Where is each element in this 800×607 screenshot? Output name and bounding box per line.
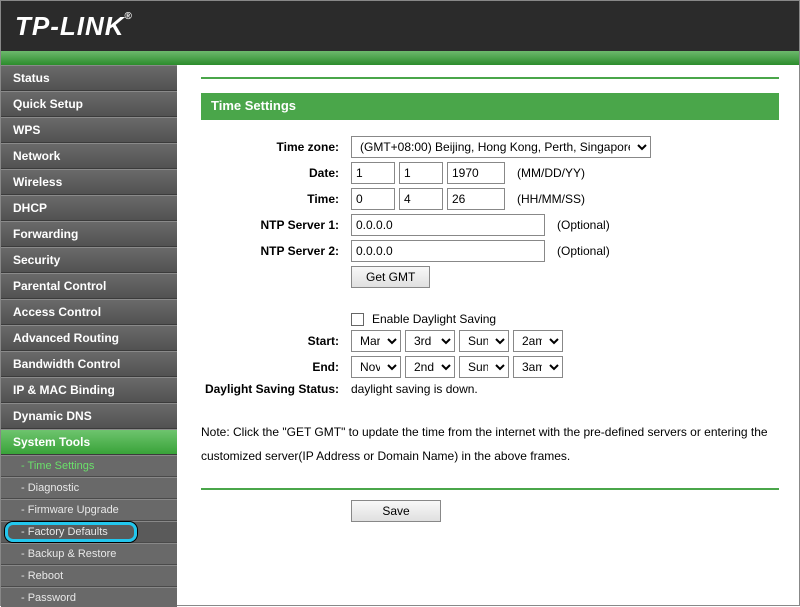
sidebar-item-system-tools[interactable]: System Tools — [1, 429, 177, 455]
sidebar-sub-label: - Factory Defaults — [21, 526, 108, 538]
ntp2-hint: (Optional) — [557, 244, 610, 258]
row-ntp2: NTP Server 2: (Optional) — [201, 240, 779, 262]
header-accent — [1, 51, 799, 65]
sidebar-item-wireless[interactable]: Wireless — [1, 169, 177, 195]
get-gmt-button[interactable]: Get GMT — [351, 266, 430, 288]
ntp1-hint: (Optional) — [557, 218, 610, 232]
dss-value: daylight saving is down. — [351, 382, 478, 396]
sidebar-item-security[interactable]: Security — [1, 247, 177, 273]
date-day-input[interactable] — [399, 162, 443, 184]
sidebar-item-bandwidth[interactable]: Bandwidth Control — [1, 351, 177, 377]
sidebar-sub-password[interactable]: - Password — [1, 587, 177, 607]
timezone-select[interactable]: (GMT+08:00) Beijing, Hong Kong, Perth, S… — [351, 136, 651, 158]
row-getgmt: Get GMT — [201, 266, 779, 288]
daylight-checkbox[interactable] — [351, 313, 364, 326]
logo: TP-LINK® — [15, 11, 133, 42]
content: Time Settings Time zone: (GMT+08:00) Bei… — [177, 65, 799, 607]
panel-title-line — [201, 118, 779, 120]
sidebar-sub-reboot[interactable]: - Reboot — [1, 565, 177, 587]
sidebar-item-status[interactable]: Status — [1, 65, 177, 91]
date-year-input[interactable] — [447, 162, 505, 184]
sidebar-sub-factory-defaults[interactable]: - Factory Defaults — [1, 521, 177, 543]
start-day-select[interactable]: Sun — [459, 330, 509, 352]
sidebar-item-network[interactable]: Network — [1, 143, 177, 169]
ntp2-input[interactable] — [351, 240, 545, 262]
header: TP-LINK® — [1, 1, 799, 65]
panel-title-wrap: Time Settings — [201, 93, 779, 118]
row-daylight-checkbox: Enable Daylight Saving — [201, 312, 779, 326]
date-hint: (MM/DD/YY) — [517, 166, 585, 180]
end-day-select[interactable]: Sun — [459, 356, 509, 378]
time-hour-input[interactable] — [351, 188, 395, 210]
sidebar-sub-time-settings[interactable]: - Time Settings — [1, 455, 177, 477]
note-text: Note: Click the "GET GMT" to update the … — [201, 420, 779, 468]
row-dss: Daylight Saving Status: daylight saving … — [201, 382, 779, 396]
sidebar-sub-backup[interactable]: - Backup & Restore — [1, 543, 177, 565]
sidebar-sub-diagnostic[interactable]: - Diagnostic — [1, 477, 177, 499]
label-ntp1: NTP Server 1: — [201, 218, 351, 232]
row-start: Start: Mar 3rd Sun 2am — [201, 330, 779, 352]
sidebar-item-routing[interactable]: Advanced Routing — [1, 325, 177, 351]
time-min-input[interactable] — [399, 188, 443, 210]
save-button[interactable]: Save — [351, 500, 441, 522]
header-dark: TP-LINK® — [1, 1, 799, 51]
label-date: Date: — [201, 166, 351, 180]
end-hour-select[interactable]: 3am — [513, 356, 563, 378]
row-time: Time: (HH/MM/SS) — [201, 188, 779, 210]
sidebar-item-ddns[interactable]: Dynamic DNS — [1, 403, 177, 429]
label-end: End: — [201, 360, 351, 374]
save-row: Save — [201, 488, 779, 522]
daylight-checkbox-label: Enable Daylight Saving — [372, 312, 496, 326]
label-time: Time: — [201, 192, 351, 206]
ntp1-input[interactable] — [351, 214, 545, 236]
date-month-input[interactable] — [351, 162, 395, 184]
main: Status Quick Setup WPS Network Wireless … — [1, 65, 799, 607]
sidebar-item-dhcp[interactable]: DHCP — [1, 195, 177, 221]
row-timezone: Time zone: (GMT+08:00) Beijing, Hong Kon… — [201, 136, 779, 158]
sidebar-item-wps[interactable]: WPS — [1, 117, 177, 143]
label-timezone: Time zone: — [201, 140, 351, 154]
label-start: Start: — [201, 334, 351, 348]
end-ordinal-select[interactable]: 2nd — [405, 356, 455, 378]
sidebar-sub-firmware[interactable]: - Firmware Upgrade — [1, 499, 177, 521]
sidebar-item-quick-setup[interactable]: Quick Setup — [1, 91, 177, 117]
sidebar-item-parental[interactable]: Parental Control — [1, 273, 177, 299]
sidebar-item-ipmac[interactable]: IP & MAC Binding — [1, 377, 177, 403]
row-date: Date: (MM/DD/YY) — [201, 162, 779, 184]
row-ntp1: NTP Server 1: (Optional) — [201, 214, 779, 236]
end-month-select[interactable]: Nov — [351, 356, 401, 378]
row-end: End: Nov 2nd Sun 3am — [201, 356, 779, 378]
label-ntp2: NTP Server 2: — [201, 244, 351, 258]
sidebar-item-forwarding[interactable]: Forwarding — [1, 221, 177, 247]
start-ordinal-select[interactable]: 3rd — [405, 330, 455, 352]
time-sec-input[interactable] — [447, 188, 505, 210]
label-dss: Daylight Saving Status: — [201, 382, 351, 396]
panel-title: Time Settings — [201, 93, 779, 118]
sidebar-item-access[interactable]: Access Control — [1, 299, 177, 325]
start-month-select[interactable]: Mar — [351, 330, 401, 352]
start-hour-select[interactable]: 2am — [513, 330, 563, 352]
time-hint: (HH/MM/SS) — [517, 192, 585, 206]
sidebar: Status Quick Setup WPS Network Wireless … — [1, 65, 177, 607]
top-sep — [201, 77, 779, 79]
